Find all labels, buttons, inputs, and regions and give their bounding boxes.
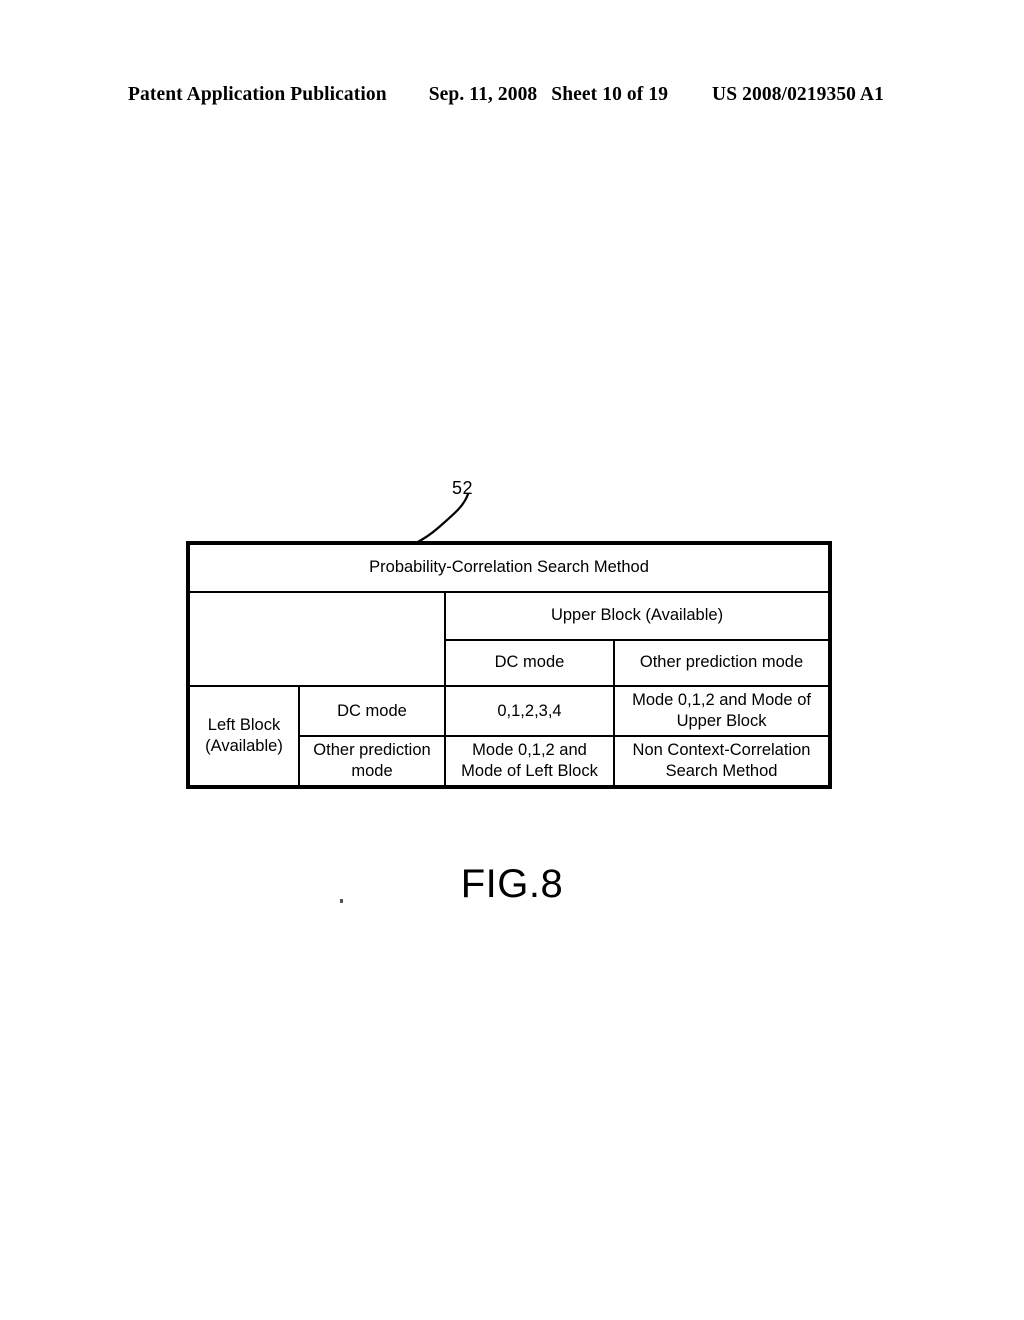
cell-other-dc: Mode 0,1,2 and Mode of Left Block (444, 735, 615, 790)
table-row: Left Block (Available) DC mode 0,1,2,3,4… (186, 684, 833, 790)
scan-artifact-speck (340, 899, 343, 903)
row-header-other-prediction-mode: Other prediction mode (298, 735, 446, 790)
figure-caption: FIG.8 (460, 862, 564, 906)
col-header-dc-mode: DC mode (444, 639, 615, 687)
prediction-mode-table: Probability-Correlation Search Method Up… (185, 541, 833, 790)
table-row-group-header: Upper Block (Available) (186, 591, 833, 687)
cell-dc-dc: 0,1,2,3,4 (444, 684, 615, 738)
col-header-other-prediction-mode: Other prediction mode (612, 639, 833, 687)
corner-blank-cell (186, 591, 446, 687)
table-row-title: Probability-Correlation Search Method (185, 541, 833, 593)
cell-other-other: Non Context-Correlation Search Method (612, 735, 833, 790)
upper-block-group-header: Upper Block (Available) (443, 591, 833, 641)
leader-line (412, 492, 470, 546)
table-title-cell: Probability-Correlation Search Method (185, 541, 833, 593)
row-group-header-left-block: Left Block (Available) (186, 684, 300, 790)
row-header-dc-mode: DC mode (298, 684, 446, 738)
figure-8: 52 Probability-Correlation Search Method… (0, 0, 1024, 1320)
cell-dc-other: Mode 0,1,2 and Mode of Upper Block (612, 684, 833, 738)
